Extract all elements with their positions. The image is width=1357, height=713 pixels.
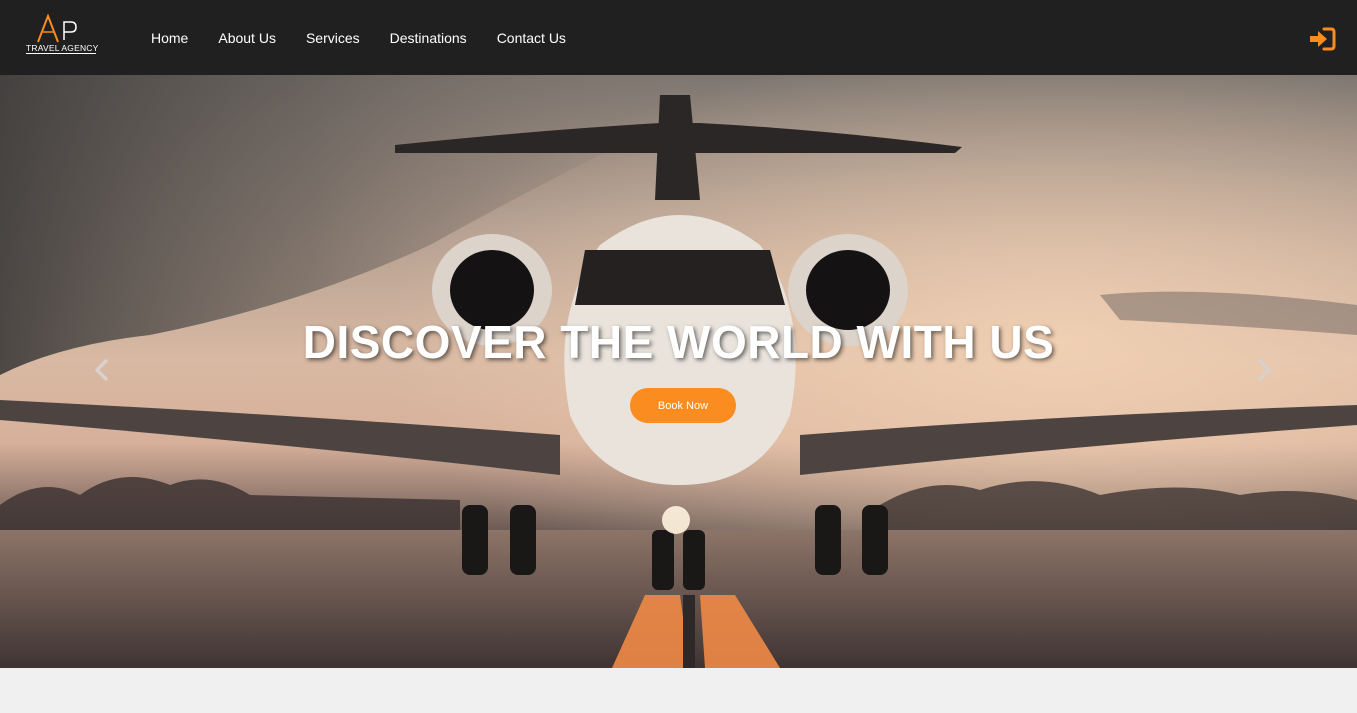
hero-banner: DISCOVER THE WORLD WITH US Book Now [0, 75, 1357, 668]
chevron-right-icon [1258, 359, 1271, 381]
chevron-left-icon [95, 359, 108, 381]
carousel-prev-button[interactable] [87, 355, 117, 385]
navbar: AP TRAVEL AGENCY Home About Us Services … [0, 0, 1357, 75]
nav-contact-us[interactable]: Contact Us [497, 30, 566, 46]
main-nav: Home About Us Services Destinations Cont… [151, 0, 596, 75]
logo-text: TRAVEL AGENCY [26, 43, 99, 53]
logo-mark-icon: AP [37, 13, 77, 43]
nav-services[interactable]: Services [306, 30, 360, 46]
hero-title: DISCOVER THE WORLD WITH US [302, 316, 1055, 368]
content-section [0, 668, 1357, 713]
sign-in-icon[interactable] [1308, 26, 1336, 52]
hero-image [0, 75, 1357, 668]
book-now-button[interactable]: Book Now [630, 388, 736, 423]
nav-home[interactable]: Home [151, 30, 188, 46]
brand-logo[interactable]: AP TRAVEL AGENCY [24, 13, 99, 58]
carousel-next-button[interactable] [1249, 355, 1279, 385]
nav-about-us[interactable]: About Us [218, 30, 276, 46]
nav-destinations[interactable]: Destinations [390, 30, 467, 46]
logo-underline [26, 53, 96, 54]
